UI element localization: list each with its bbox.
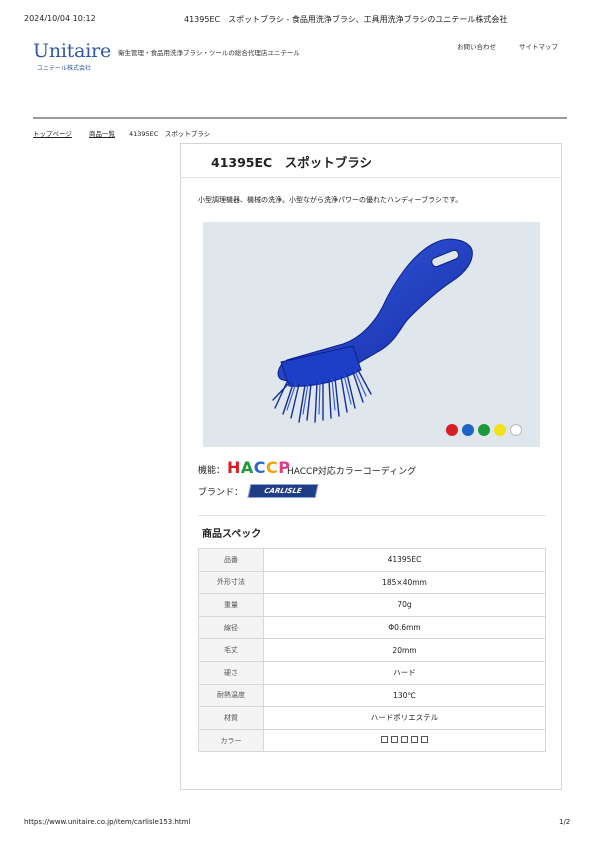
haccp-letter: A — [240, 458, 254, 477]
spec-key: 重量 — [198, 593, 264, 617]
spec-row: カラー — [198, 728, 546, 753]
spec-key: 硬さ — [198, 660, 264, 685]
spec-row: 外形寸法 185×40mm — [198, 570, 546, 595]
spec-key: 材質 — [198, 706, 264, 730]
print-page-title: 41395EC スポットブラシ - 食品用洗浄ブラシ、工具用洗浄ブラシのユニテー… — [184, 15, 508, 24]
spec-row: 材質 ハードポリエステル — [198, 706, 546, 730]
site-logo[interactable]: Unitaire — [33, 40, 111, 62]
print-url: https://www.unitaire.co.jp/item/carlisle… — [24, 818, 191, 826]
color-swatch-box — [401, 736, 408, 744]
breadcrumb-products-link[interactable]: 商品一覧 — [89, 128, 115, 138]
brush-image — [272, 238, 473, 423]
print-page-number: 1/2 — [559, 818, 571, 826]
spec-value — [263, 728, 546, 753]
haccp-letter: C — [266, 458, 279, 477]
color-swatch-box — [411, 736, 418, 744]
product-description: 小型調理機器、機械の洗浄。小型ながら洗浄パワーの優れたハンディーブラシです。 — [198, 196, 463, 204]
title-divider — [181, 177, 561, 178]
spec-row: 毛丈 20mm — [198, 638, 546, 662]
haccp-logo: HACCP — [227, 458, 291, 477]
spec-value: ハード — [263, 660, 546, 685]
spec-divider — [198, 515, 546, 516]
breadcrumb-home-link[interactable]: トップページ — [33, 128, 72, 138]
color-dot-red — [446, 424, 458, 436]
color-options — [446, 424, 522, 436]
spec-heading: 商品スペック — [202, 529, 262, 540]
header-divider — [33, 117, 567, 119]
site-tagline: 衛生管理・食品用洗浄ブラシ・ツールの総合代理店ユニテール — [118, 49, 300, 57]
haccp-letter: H — [227, 458, 241, 477]
spec-key: 毛丈 — [198, 638, 264, 662]
spec-table: 品番 41395EC 外形寸法 185×40mm 重量 70g 線径 Φ0.6mm 毛丈 20mm… — [198, 548, 546, 753]
spec-row: 品番 41395EC — [198, 548, 546, 572]
sitemap-link[interactable]: サイトマップ — [519, 41, 558, 51]
spec-row: 耐熱温度 130℃ — [198, 683, 546, 708]
color-dot-white — [510, 424, 522, 436]
spec-key: 線径 — [198, 615, 264, 640]
spec-row: 線径 Φ0.6mm — [198, 615, 546, 640]
site-logo-subtitle: ユニテール株式会社 — [37, 65, 92, 72]
product-photo — [203, 222, 540, 447]
brand-label: ブランド： — [198, 488, 244, 498]
contact-link[interactable]: お問い合わせ — [457, 41, 496, 51]
spec-value: Φ0.6mm — [263, 615, 546, 640]
spec-value: 185×40mm — [263, 570, 546, 595]
feature-label: 機能： — [198, 466, 226, 476]
color-swatch-box — [421, 736, 428, 744]
color-dot-blue — [462, 424, 474, 436]
spec-value: 41395EC — [263, 548, 546, 572]
breadcrumb-current: 41395EC スポットブラシ — [129, 130, 211, 138]
color-swatch-box — [381, 736, 388, 744]
color-dot-green — [478, 424, 490, 436]
print-datetime: 2024/10/04 10:12 — [24, 14, 96, 23]
product-title: 41395EC スポットブラシ — [211, 155, 372, 170]
feature-text: HACCP対応カラーコーディング — [287, 467, 417, 477]
spec-value: 20mm — [263, 638, 546, 662]
spec-value: 70g — [263, 593, 546, 617]
carlisle-brand-logo: CARLISLE — [247, 484, 319, 498]
spec-key: 品番 — [198, 548, 264, 572]
spec-row: 重量 70g — [198, 593, 546, 617]
color-swatches — [381, 736, 428, 744]
haccp-letter: C — [253, 458, 267, 477]
spec-value: ハードポリエステル — [263, 706, 546, 730]
spec-row: 硬さ ハード — [198, 660, 546, 685]
spec-key: カラー — [198, 728, 264, 753]
spec-key: 耐熱温度 — [198, 683, 264, 708]
color-swatch-box — [391, 736, 398, 744]
spec-key: 外形寸法 — [198, 570, 264, 595]
color-dot-yellow — [494, 424, 506, 436]
spec-value: 130℃ — [263, 683, 546, 708]
